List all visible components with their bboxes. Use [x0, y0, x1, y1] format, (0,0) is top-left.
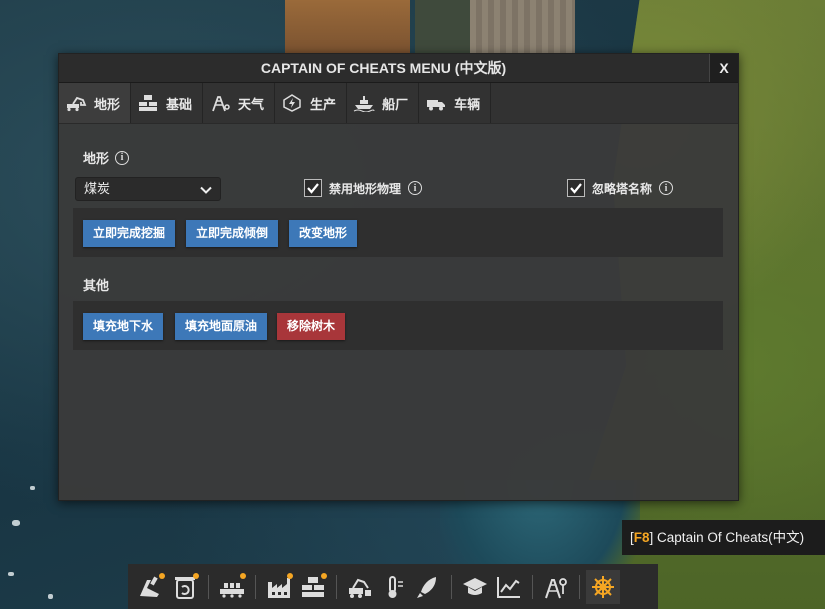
thermometer-icon	[388, 575, 403, 598]
foam	[30, 486, 35, 490]
truck-tools-icon	[349, 578, 371, 598]
tab-label: 船厂	[382, 97, 409, 113]
stats-icon	[497, 576, 520, 598]
ship-icon	[353, 96, 375, 112]
storage-button[interactable]	[296, 570, 330, 604]
info-icon[interactable]: i	[659, 181, 674, 195]
helm-icon	[592, 575, 614, 598]
info-icon[interactable]: i	[408, 181, 423, 195]
toolbar-separator	[336, 574, 337, 599]
foam	[48, 594, 53, 599]
tooltip-key: F8	[633, 530, 650, 545]
checkbox-label: 禁用地形物理	[329, 181, 402, 196]
remove-trees-button[interactable]: 移除树木	[277, 313, 346, 340]
ignore-tower-names-toggle: 忽略塔名称 i	[567, 179, 674, 197]
tab-label: 车辆	[454, 97, 481, 113]
window-title: CAPTAIN OF CHEATS MENU (中文版)	[260, 60, 507, 76]
terrain-actions-panel: 立即完成挖掘 立即完成倾倒 改变地形	[73, 208, 723, 257]
research-icon	[463, 577, 487, 595]
factory-button[interactable]	[262, 570, 296, 604]
dock-structure	[285, 0, 410, 58]
change-terrain-button[interactable]: 改变地形	[289, 220, 358, 247]
tab-label: 天气	[238, 97, 265, 113]
toolbar-separator	[208, 574, 209, 599]
section-title: 其他	[83, 279, 110, 294]
map-icon	[545, 577, 567, 598]
chevron-down-icon	[200, 186, 212, 194]
tab-label: 生产	[310, 97, 337, 113]
vehicles-button[interactable]	[343, 570, 377, 604]
disable-physics-checkbox[interactable]	[304, 179, 322, 197]
fill-groundwater-button[interactable]: 填充地下水	[83, 313, 164, 340]
info-icon[interactable]: i	[115, 150, 130, 165]
terrain-section-label: 地形 i	[83, 148, 130, 167]
section-title: 地形	[83, 152, 110, 167]
cheats-menu-button[interactable]	[586, 569, 620, 604]
warehouse-roof	[470, 0, 575, 55]
other-actions-panel: 填充地下水 填充地面原油 移除树木	[73, 301, 723, 350]
check-icon	[307, 183, 319, 194]
toolbar-separator	[532, 574, 533, 599]
other-section-label: 其他	[83, 275, 109, 294]
notification-dot	[240, 572, 246, 579]
title-bar: CAPTAIN OF CHEATS MENU (中文版) X	[59, 54, 738, 83]
check-icon	[570, 183, 582, 194]
fill-crude-oil-button[interactable]: 填充地面原油	[175, 313, 268, 340]
temperature-button[interactable]	[377, 570, 411, 604]
recycle-button[interactable]	[168, 570, 202, 604]
tab-basic[interactable]: 基础	[131, 83, 204, 123]
notification-dot	[287, 572, 293, 579]
statistics-button[interactable]	[492, 570, 526, 604]
foam	[8, 572, 14, 576]
truck-icon	[427, 100, 446, 111]
toolbar-separator	[255, 574, 256, 599]
tab-label: 地形	[94, 97, 121, 113]
notification-dot	[159, 572, 165, 579]
material-select[interactable]: 煤炭	[75, 177, 221, 201]
notification-dot	[193, 572, 199, 579]
weather-icon	[212, 96, 230, 112]
complete-mining-button[interactable]: 立即完成挖掘	[83, 220, 176, 247]
disable-terrain-physics-toggle: 禁用地形物理 i	[304, 179, 423, 197]
tab-production[interactable]: 生产	[275, 83, 348, 123]
mining-button[interactable]	[134, 570, 168, 604]
tab-weather[interactable]: 天气	[203, 83, 276, 123]
mod-tooltip: [F8] Captain Of Cheats(中文)	[622, 520, 825, 555]
cheats-menu-window: CAPTAIN OF CHEATS MENU (中文版) X 地形 基础 天气 …	[58, 53, 739, 501]
power-icon	[283, 94, 301, 112]
toolbar-separator	[579, 574, 580, 599]
close-button[interactable]: X	[709, 54, 738, 82]
road	[415, 0, 470, 55]
tab-terrain[interactable]: 地形	[59, 83, 132, 123]
complete-dumping-button[interactable]: 立即完成倾倒	[186, 220, 279, 247]
foam	[12, 520, 20, 526]
building-icon	[139, 95, 158, 111]
tab-vehicles[interactable]: 车辆	[419, 83, 492, 123]
rocket-button[interactable]	[411, 570, 445, 604]
bottom-toolbar	[128, 564, 658, 609]
notification-dot	[321, 572, 327, 579]
tooltip-text: Captain Of Cheats(中文)	[657, 530, 805, 545]
toolbar-separator	[451, 574, 452, 599]
checkbox-label: 忽略塔名称	[592, 181, 653, 196]
ignore-tower-names-checkbox[interactable]	[567, 179, 585, 197]
tab-shipyard[interactable]: 船厂	[347, 83, 420, 123]
rocket-icon	[417, 576, 436, 598]
material-select-value: 煤炭	[84, 182, 111, 197]
map-button[interactable]	[539, 570, 573, 604]
conveyor-button[interactable]	[215, 570, 249, 604]
research-button[interactable]	[458, 570, 492, 604]
excavator-icon	[67, 96, 87, 112]
tab-label: 基础	[166, 97, 193, 113]
tab-bar: 地形 基础 天气 生产 船厂 车辆	[59, 83, 738, 124]
